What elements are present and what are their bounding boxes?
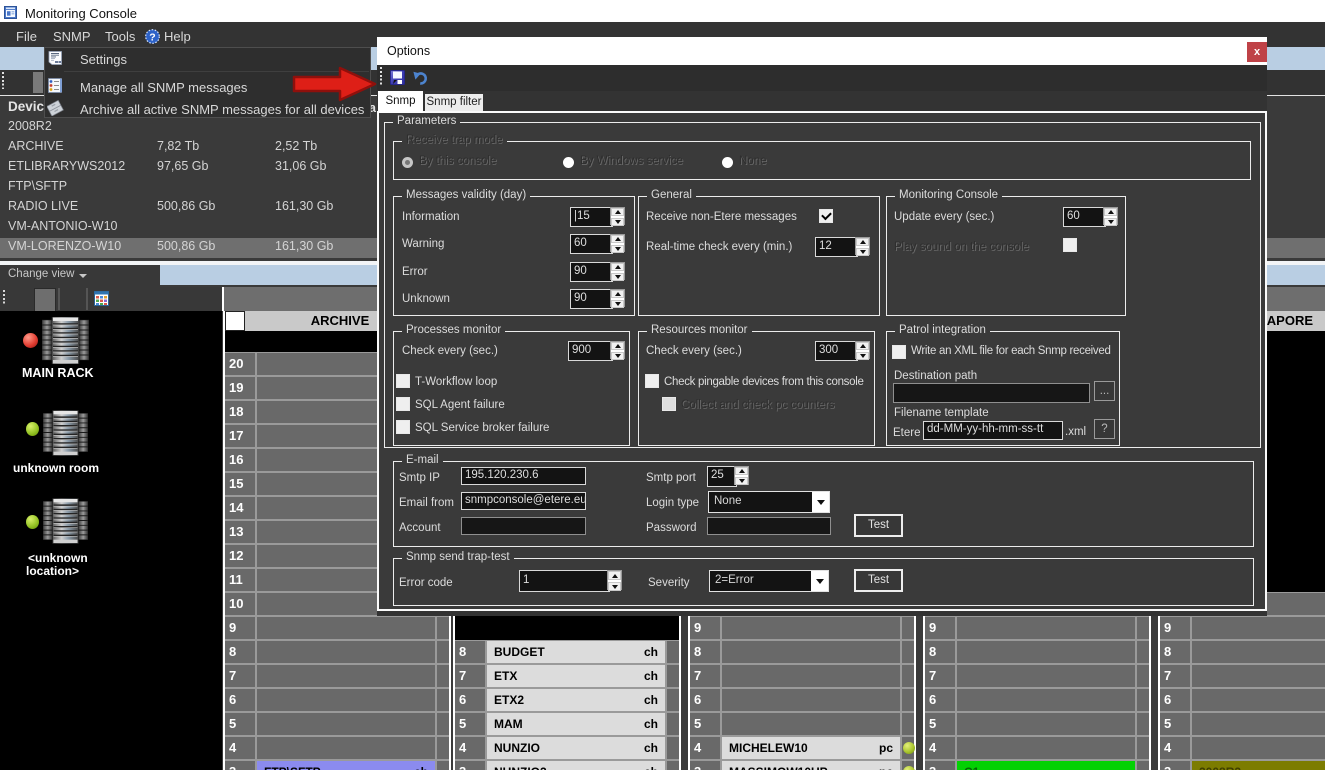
svg-text:?: ? (149, 31, 155, 43)
